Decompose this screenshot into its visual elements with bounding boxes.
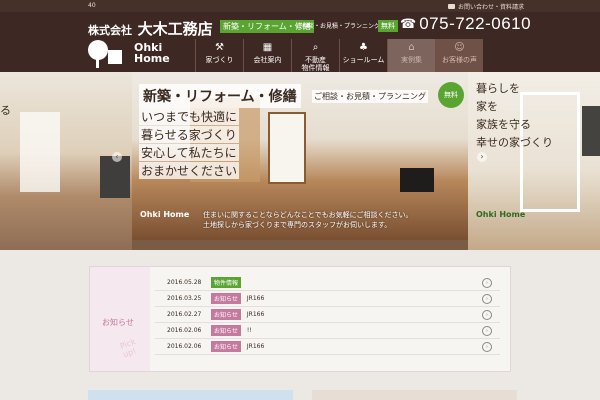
nav-label: お客様の声 bbox=[442, 56, 477, 64]
tree-trunk bbox=[96, 56, 99, 68]
search-house-icon: ⌕ bbox=[312, 42, 319, 53]
news-item-title: JR166 bbox=[246, 311, 265, 318]
sprout-icon: ♣ bbox=[359, 42, 368, 53]
hero-slider: る 暮らしを 家を 家族を守る 幸せの家づくり Ohki Home 新築・リフォ… bbox=[0, 72, 600, 250]
phone-icon: ☎ bbox=[400, 16, 417, 32]
hero-caption: 住まいに関することならどんなことでもお気軽にご相談ください。 土地探しから家づく… bbox=[203, 210, 412, 230]
logo-line2: Home bbox=[134, 52, 170, 65]
next-slide-line: 家族を守る bbox=[476, 118, 531, 131]
company-name[interactable]: 株式会社 大木工務店 bbox=[88, 18, 213, 39]
people-icon: ☺ bbox=[454, 42, 465, 53]
hero-caption-line: 土地探しから家づくりまで専門のスタッフがお伺いします。 bbox=[203, 221, 392, 229]
company-prefix: 株式会社 bbox=[88, 24, 132, 37]
news-item[interactable]: 2016.02.27 お知らせ JR166 › bbox=[155, 307, 500, 323]
home-icon: ⌂ bbox=[408, 42, 415, 53]
news-category: お知らせ bbox=[211, 325, 241, 336]
top-bar: 40 お問い合わせ・資料請求 bbox=[0, 0, 600, 12]
next-arrow-icon[interactable]: › bbox=[477, 152, 487, 162]
site-header: 株式会社 大木工務店 新築・リフォーム・修繕 ご相談・お見積・プランニング 無料… bbox=[0, 12, 600, 80]
chevron-right-icon[interactable]: › bbox=[482, 341, 492, 352]
news-section: お知らせ Pick up! 2016.05.28 物件情報 › 2016.03.… bbox=[89, 266, 511, 372]
nav-label: ショールーム bbox=[342, 56, 385, 64]
hero-free-badge: 無料 bbox=[438, 82, 464, 108]
banner-middle[interactable] bbox=[312, 390, 517, 400]
next-slide-line: 暮らしを bbox=[476, 82, 520, 95]
hero-window bbox=[268, 112, 306, 184]
news-title: お知らせ bbox=[102, 318, 134, 327]
hero-caption-line: 住まいに関することならどんなことでもお気軽にご相談ください。 bbox=[203, 211, 413, 219]
prev-slide-overlay bbox=[0, 72, 132, 250]
building-icon: ▦ bbox=[262, 42, 273, 53]
hero-line: いつまでも快適に bbox=[139, 108, 240, 125]
prev-slide-text: る bbox=[0, 104, 11, 117]
prev-arrow-icon[interactable]: ‹ bbox=[112, 152, 122, 162]
nav-label: 不動産 物件情報 bbox=[301, 56, 330, 72]
phone-number[interactable]: ☎ 075-722-0610 bbox=[400, 14, 531, 34]
site-logo[interactable]: Ohki Home bbox=[88, 38, 173, 72]
news-category: お知らせ bbox=[211, 309, 241, 320]
free-badge: 無料 bbox=[378, 20, 398, 32]
hero-title: 新築・リフォーム・修繕 bbox=[139, 84, 301, 108]
chevron-right-icon[interactable]: › bbox=[482, 293, 492, 304]
news-date: 2016.02.06 bbox=[167, 327, 202, 334]
news-category: お知らせ bbox=[211, 293, 241, 304]
nav-label: 実例集 bbox=[401, 56, 422, 64]
hero-subtitle: ご相談・お見積・プランニング bbox=[312, 90, 428, 103]
chevron-right-icon[interactable]: › bbox=[482, 277, 492, 288]
news-item[interactable]: 2016.02.06 お知らせ !! › bbox=[155, 323, 500, 339]
contact-link[interactable]: お問い合わせ・資料請求 bbox=[448, 2, 524, 11]
news-item[interactable]: 2016.05.28 物件情報 › bbox=[155, 275, 500, 291]
hero-tv bbox=[400, 168, 434, 192]
contact-label: お問い合わせ・資料請求 bbox=[458, 4, 525, 11]
chevron-right-icon[interactable]: › bbox=[482, 309, 492, 320]
news-item[interactable]: 2016.02.06 お知らせ JR166 › bbox=[155, 339, 500, 355]
news-item-title: !! bbox=[246, 327, 252, 334]
chevron-right-icon[interactable]: › bbox=[482, 325, 492, 336]
hero-line: 安心して私たちに bbox=[139, 144, 239, 161]
nav-label: 家づくり bbox=[205, 56, 234, 64]
news-item-title: JR166 bbox=[246, 343, 265, 350]
news-pickup: Pick up! bbox=[118, 337, 138, 360]
next-slide-logo: Ohki Home bbox=[476, 210, 526, 219]
phone-text: 075-722-0610 bbox=[419, 14, 532, 33]
next-slide-line: 家を bbox=[476, 100, 498, 113]
mail-icon bbox=[448, 4, 455, 9]
news-item[interactable]: 2016.03.25 お知らせ JR166 › bbox=[155, 291, 500, 307]
news-date: 2016.02.06 bbox=[167, 343, 202, 350]
news-item-title: JR166 bbox=[246, 295, 265, 302]
banner-left[interactable] bbox=[88, 390, 293, 400]
news-category: お知らせ bbox=[211, 341, 241, 352]
news-date: 2016.03.25 bbox=[167, 295, 202, 302]
news-date: 2016.02.27 bbox=[167, 311, 202, 318]
nav-label: 会社案内 bbox=[253, 56, 282, 64]
next-slide-line: 幸せの家づくり bbox=[476, 136, 553, 149]
top-number: 40 bbox=[88, 2, 96, 9]
hammer-icon: ⚒ bbox=[215, 42, 224, 53]
hero-line: 暮らせる家づくり bbox=[139, 126, 239, 143]
hero-line: おまかせください bbox=[139, 162, 240, 179]
hero-logo: Ohki Home bbox=[140, 210, 190, 219]
news-category: 物件情報 bbox=[211, 277, 242, 288]
company-title: 大木工務店 bbox=[137, 20, 213, 38]
news-date: 2016.05.28 bbox=[167, 279, 202, 286]
news-heading-panel: お知らせ Pick up! bbox=[90, 267, 150, 371]
logo-text: Ohki Home bbox=[134, 42, 170, 64]
house-icon bbox=[108, 50, 122, 64]
service-sub: ご相談・お見積・プランニング bbox=[296, 23, 381, 30]
